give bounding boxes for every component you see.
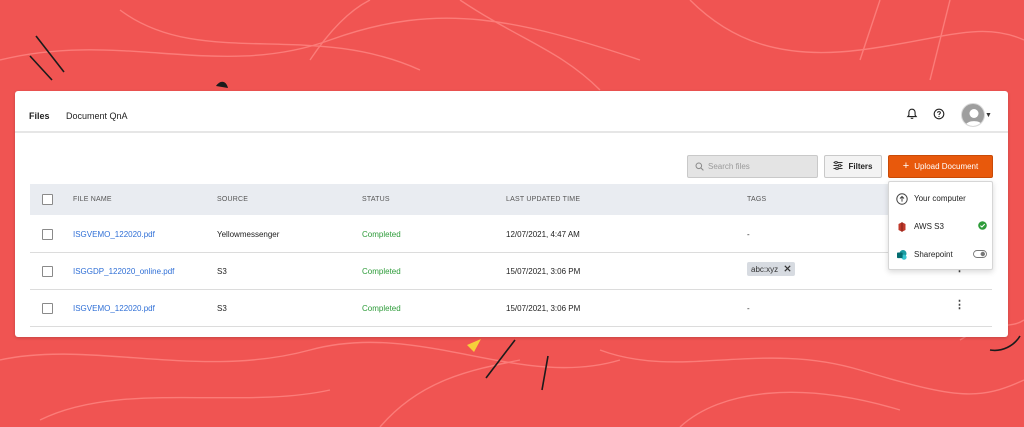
search-box[interactable] bbox=[687, 155, 818, 178]
upload-source-menu: Your computer AWS S3 Sharepoint bbox=[888, 181, 993, 270]
sharepoint-toggle[interactable] bbox=[973, 245, 987, 263]
updated-time-cell: 15/07/2021, 3:06 PM bbox=[506, 267, 581, 276]
tags-cell: - bbox=[747, 304, 750, 313]
sharepoint-icon bbox=[896, 248, 908, 260]
connected-check-icon bbox=[978, 217, 987, 235]
tags-cell: - bbox=[747, 230, 750, 239]
source-cell: S3 bbox=[217, 304, 227, 313]
upload-document-button[interactable]: + Upload Document bbox=[888, 155, 993, 178]
status-cell: Completed bbox=[362, 304, 401, 313]
cloud-upload-icon bbox=[896, 192, 908, 205]
menu-item-sharepoint[interactable]: Sharepoint bbox=[889, 240, 994, 268]
updated-time-cell: 15/07/2021, 3:06 PM bbox=[506, 304, 581, 313]
source-cell: Yellowmessenger bbox=[217, 230, 280, 239]
upload-document-label: Upload Document bbox=[914, 162, 979, 171]
search-icon bbox=[695, 158, 704, 176]
updated-time-cell: 12/07/2021, 4:47 AM bbox=[506, 230, 580, 239]
row-checkbox[interactable] bbox=[42, 266, 53, 277]
menu-item-label: AWS S3 bbox=[914, 221, 944, 231]
table-row: ISGVEMO_122020.pdf Yellowmessenger Compl… bbox=[30, 216, 992, 253]
menu-item-aws-s3[interactable]: AWS S3 bbox=[889, 212, 994, 240]
tag-chip-label: abc:xyz bbox=[751, 264, 779, 274]
tab-files[interactable]: Files bbox=[29, 111, 50, 121]
column-header-status[interactable]: STATUS bbox=[362, 196, 390, 203]
search-input[interactable] bbox=[708, 162, 813, 171]
column-header-tags[interactable]: TAGS bbox=[747, 196, 766, 203]
status-cell: Completed bbox=[362, 230, 401, 239]
tag-chip: abc:xyz bbox=[747, 262, 796, 276]
status-cell: Completed bbox=[362, 267, 401, 276]
row-more-options-icon[interactable]: ⋮ bbox=[954, 300, 965, 311]
select-all-checkbox[interactable] bbox=[42, 194, 53, 205]
source-cell: S3 bbox=[217, 267, 227, 276]
bell-icon[interactable] bbox=[905, 107, 919, 121]
tab-document-qna[interactable]: Document QnA bbox=[66, 111, 128, 121]
table-row: ISGVEMO_122020.pdf S3 Completed 15/07/20… bbox=[30, 290, 992, 327]
menu-item-label: Sharepoint bbox=[914, 249, 953, 259]
row-checkbox[interactable] bbox=[42, 229, 53, 240]
column-header-source[interactable]: SOURCE bbox=[217, 196, 248, 203]
menu-item-label: Your computer bbox=[914, 193, 966, 203]
remove-tag-icon[interactable] bbox=[784, 264, 791, 274]
row-checkbox[interactable] bbox=[42, 303, 53, 314]
file-name-link[interactable]: ISGVEMO_122020.pdf bbox=[73, 304, 155, 313]
file-manager-window: Files Document QnA ▼ Search files Filter… bbox=[15, 91, 1008, 337]
filters-button[interactable]: Filters bbox=[824, 155, 882, 178]
column-header-last-updated-time[interactable]: LAST UPDATED TIME bbox=[506, 196, 580, 203]
table-header: FILE NAME SOURCE STATUS LAST UPDATED TIM… bbox=[30, 184, 992, 215]
menu-item-your-computer[interactable]: Your computer bbox=[889, 184, 994, 212]
file-name-link[interactable]: ISGGDP_122020_online.pdf bbox=[73, 267, 174, 276]
column-header-file-name[interactable]: FILE NAME bbox=[73, 196, 112, 203]
file-name-link[interactable]: ISGVEMO_122020.pdf bbox=[73, 230, 155, 239]
table-row: ISGGDP_122020_online.pdf S3 Completed 15… bbox=[30, 253, 992, 290]
filters-label: Filters bbox=[848, 162, 873, 171]
filter-sliders-icon bbox=[833, 160, 843, 172]
top-navigation-bar: Files Document QnA ▼ bbox=[15, 91, 1008, 133]
help-icon[interactable] bbox=[932, 107, 946, 121]
aws-s3-icon bbox=[896, 220, 908, 232]
chevron-down-icon[interactable]: ▼ bbox=[985, 112, 992, 119]
user-avatar[interactable] bbox=[961, 103, 985, 127]
plus-icon: + bbox=[902, 160, 910, 172]
